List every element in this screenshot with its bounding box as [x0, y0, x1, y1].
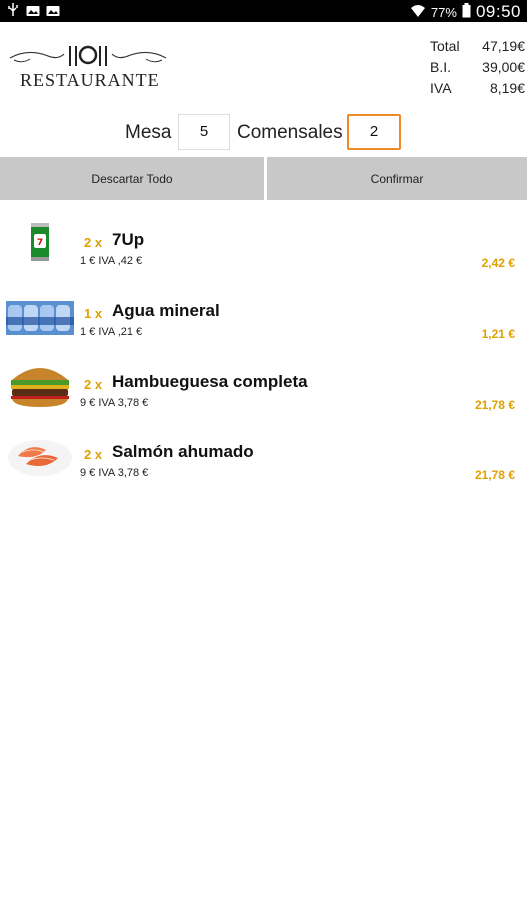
base-imponible-row: B.I. 39,00€	[430, 57, 525, 78]
item-price: 1,21 €	[481, 327, 515, 341]
item-quantity: 2 x	[84, 377, 103, 392]
item-quantity: 2 x	[84, 447, 103, 462]
item-name: Agua mineral	[112, 301, 220, 320]
notification-icons	[6, 3, 60, 17]
usb-icon	[6, 3, 20, 17]
mesa-input[interactable]: 5	[178, 114, 230, 150]
item-name: 7Up	[112, 230, 145, 249]
item-name: Salmón ahumado	[112, 442, 254, 461]
item-price: 2,42 €	[481, 256, 515, 270]
item-detail: 9 € IVA 3,78 €	[80, 467, 149, 479]
table-info-row: Mesa 5 Comensales 2	[0, 112, 527, 152]
burger-icon	[6, 360, 74, 410]
soda-can-icon: 7	[6, 218, 74, 268]
item-detail: 9 € IVA 3,78 €	[80, 397, 149, 409]
wifi-icon	[410, 4, 426, 21]
status-bar: 77% 09:50	[0, 0, 527, 22]
iva-row: IVA 8,19€	[430, 78, 525, 99]
total-label: Total	[430, 38, 460, 54]
battery-percent: 77%	[430, 4, 457, 20]
svg-text:7: 7	[37, 238, 43, 248]
totals-summary: Total 47,19€ B.I. 39,00€ IVA 8,19€	[430, 36, 525, 99]
logo-text: RESTAURANTE	[20, 70, 160, 90]
discard-all-button[interactable]: Descartar Todo	[0, 157, 264, 200]
mesa-label: Mesa	[125, 122, 172, 143]
item-name: Hambueguesa completa	[112, 372, 308, 391]
order-item[interactable]: 2 x Hambueguesa completa 9 € IVA 3,78 € …	[0, 360, 527, 430]
clock: 09:50	[475, 2, 521, 21]
comensales-label: Comensales	[237, 122, 343, 143]
cutlery-ornament-icon	[9, 45, 167, 66]
base-imponible-value: 39,00€	[482, 59, 525, 75]
total-value: 47,19€	[482, 38, 525, 54]
order-item[interactable]: 2 x Salmón ahumado 9 € IVA 3,78 € 21,78 …	[0, 430, 527, 500]
restaurant-logo: RESTAURANTE	[8, 40, 168, 95]
order-item[interactable]: 1 x Agua mineral 1 € IVA ,21 € 1,21 €	[0, 289, 527, 359]
battery-icon	[462, 3, 471, 21]
iva-label: IVA	[430, 80, 452, 96]
iva-value: 8,19€	[489, 80, 525, 96]
image-notification-icon-2	[46, 3, 60, 17]
item-quantity: 2 x	[84, 235, 103, 250]
order-item[interactable]: 7 2 x 7Up 1 € IVA ,42 € 2,42 €	[0, 218, 527, 288]
system-status: 77% 09:50	[410, 2, 521, 22]
item-detail: 1 € IVA ,42 €	[80, 255, 143, 267]
item-price: 21,78 €	[474, 468, 515, 482]
confirm-button[interactable]: Confirmar	[267, 157, 527, 200]
item-quantity: 1 x	[84, 306, 103, 321]
item-price: 21,78 €	[474, 398, 515, 412]
item-detail: 1 € IVA ,21 €	[80, 326, 143, 338]
image-notification-icon	[26, 3, 40, 17]
base-imponible-label: B.I.	[430, 59, 452, 75]
total-row: Total 47,19€	[430, 36, 525, 57]
water-bottles-icon	[6, 289, 74, 339]
comensales-input[interactable]: 2	[347, 114, 401, 150]
salmon-icon	[6, 430, 74, 480]
